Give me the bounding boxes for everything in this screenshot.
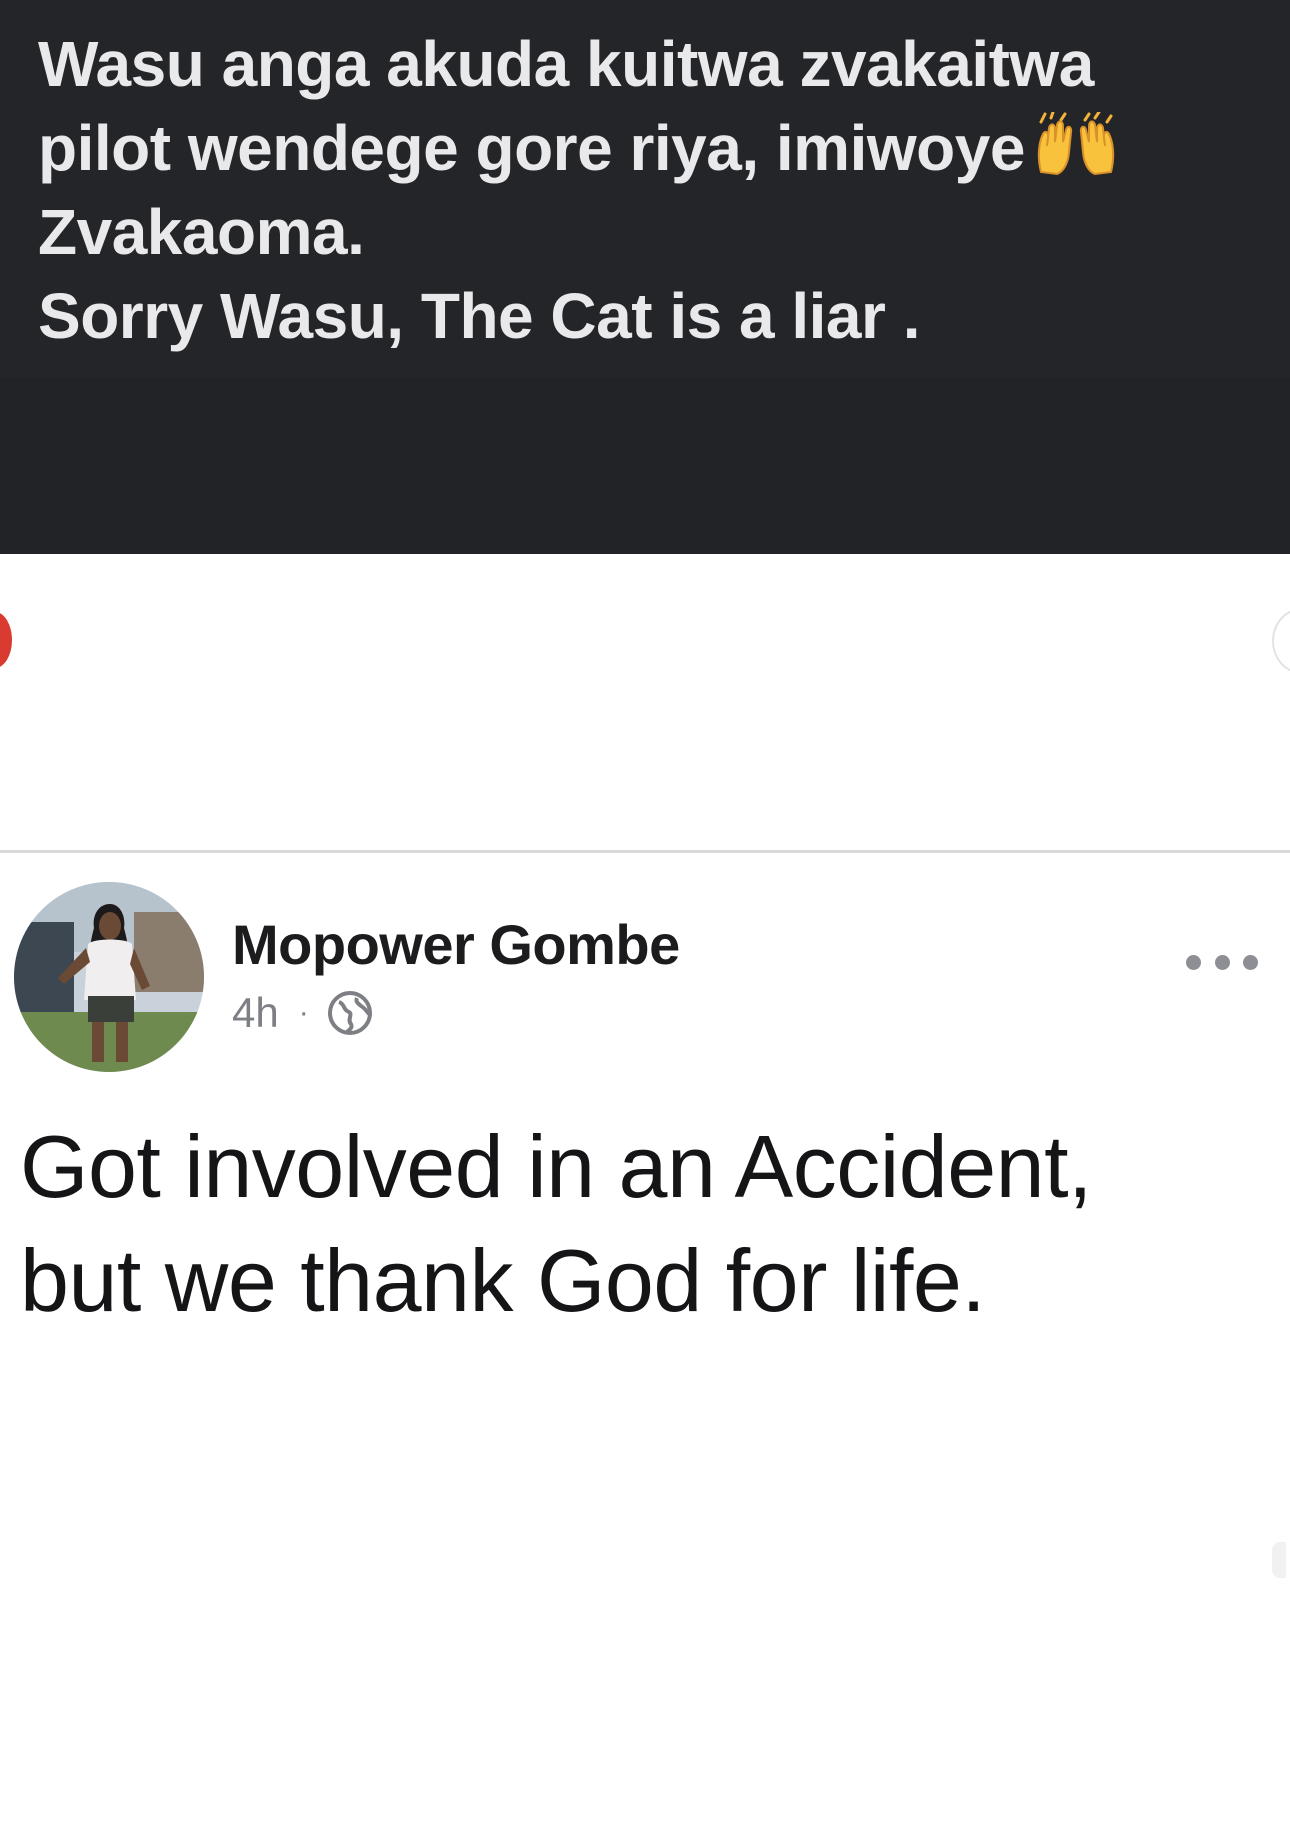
caption-panel: Wasu anga akuda kuitwa zvakaitwa pilot w… <box>0 0 1290 554</box>
caption-line-1: Wasu anga akuda kuitwa zvakaitwa <box>38 28 1094 100</box>
author-avatar[interactable] <box>14 882 204 1072</box>
caption-text: Wasu anga akuda kuitwa zvakaitwa pilot w… <box>38 22 1268 358</box>
globe-icon <box>327 990 373 1036</box>
caption-line-2-text: pilot wendege gore riya, imiwoye <box>38 112 1025 184</box>
more-dots-icon[interactable] <box>1186 950 1258 974</box>
post-body: Got involved in an Accident, but we than… <box>20 1110 1270 1338</box>
post-meta: 4h · <box>232 988 373 1038</box>
caption-line-4: Sorry Wasu, The Cat is a liar . <box>38 280 920 352</box>
post-divider <box>0 850 1290 853</box>
more-dot <box>1243 954 1258 970</box>
scroll-edge-handle <box>1272 1542 1286 1578</box>
post-body-line-2: but we thank God for life. <box>20 1231 986 1330</box>
post-time[interactable]: 4h <box>232 989 279 1037</box>
more-dot <box>1214 954 1230 970</box>
post-body-line-1: Got involved in an Accident, <box>20 1117 1093 1216</box>
meta-separator: · <box>298 996 309 1029</box>
caption-line-2: pilot wendege gore riya, imiwoye <box>38 106 1268 190</box>
author-name[interactable]: Mopower Gombe <box>232 912 680 977</box>
caption-line-3: Zvakaoma. <box>38 196 365 268</box>
more-dot <box>1186 954 1201 970</box>
raising-hands-emoji-icon <box>1035 112 1117 176</box>
